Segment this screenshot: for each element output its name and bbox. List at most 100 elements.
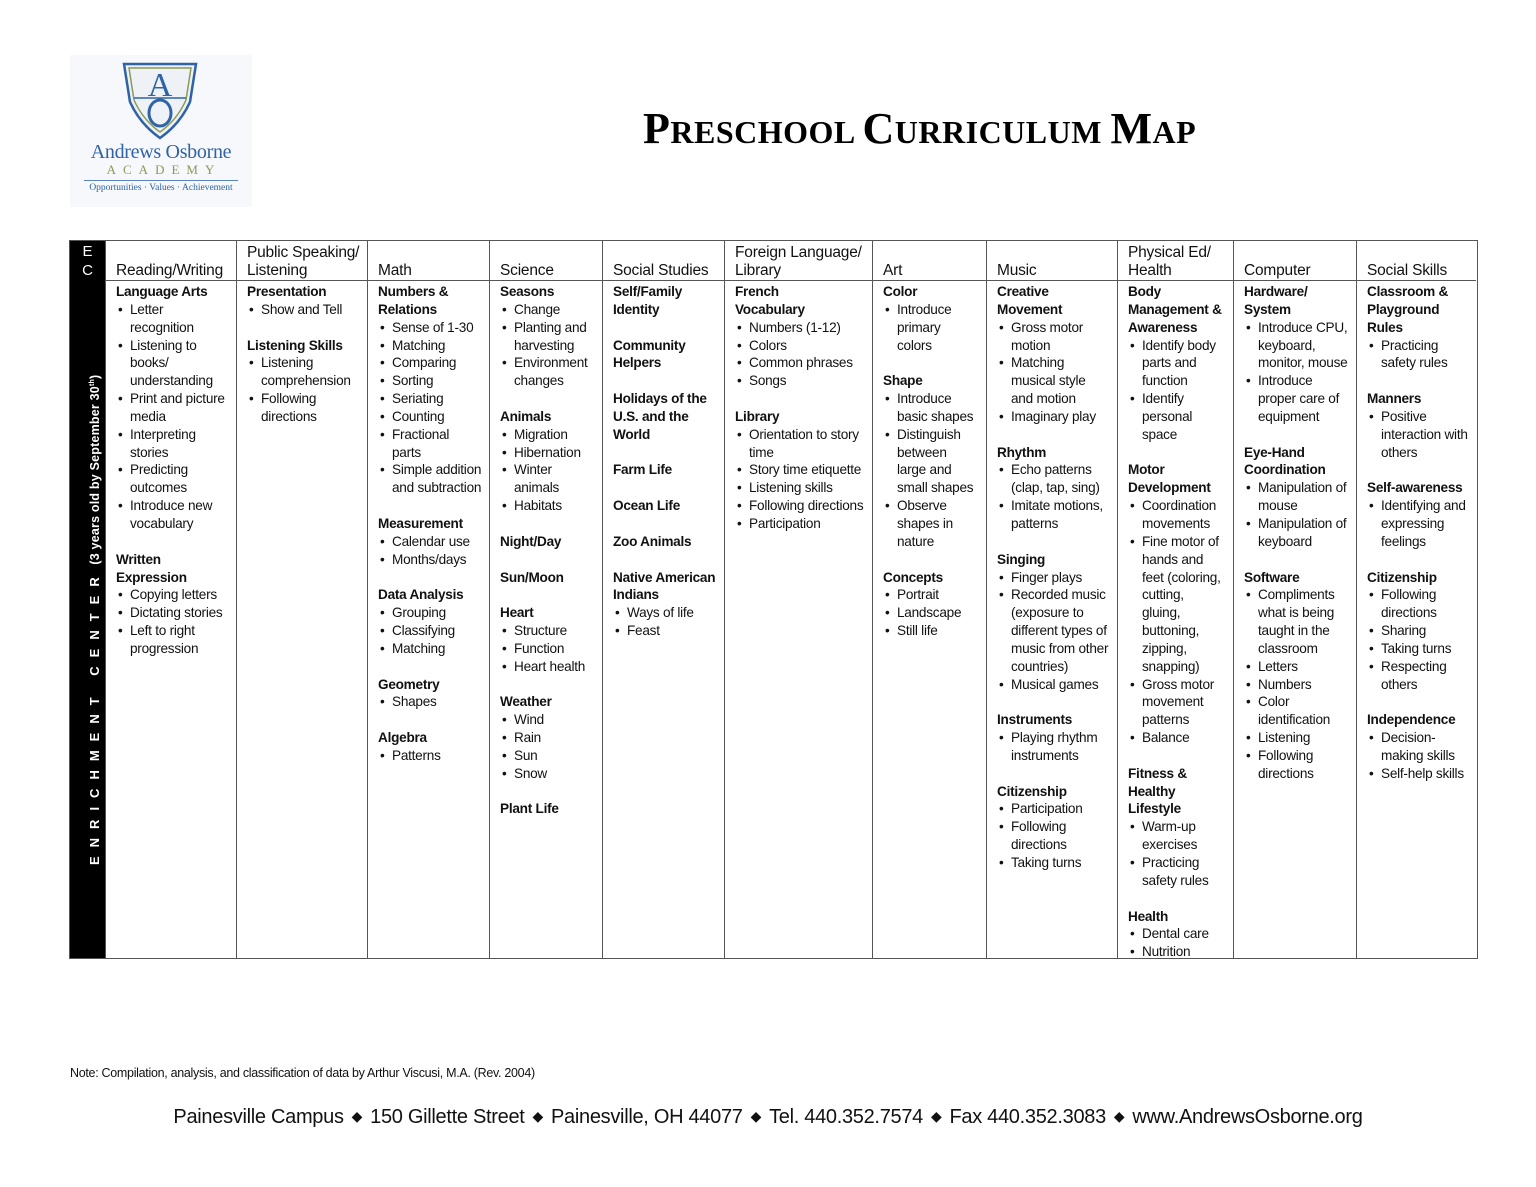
topic-list: Orientation to storytimeStory time etiqu…: [735, 426, 868, 533]
title-word: PRESCHOOL: [643, 104, 854, 153]
topic-section: Measurement Calendar useMonths/days: [378, 515, 485, 569]
column-body: FrenchVocabularyNumbers (1-12)ColorsComm…: [735, 283, 868, 551]
list-item: Listeningcomprehension: [247, 354, 363, 390]
topic-title: Geometry: [378, 676, 440, 692]
topic-section: BodyManagement &AwarenessIdentify bodypa…: [1128, 283, 1229, 444]
diamond-separator-icon: ◆: [931, 1108, 942, 1124]
topic-section: IndependenceDecision-making skillsSelf-h…: [1367, 711, 1472, 782]
topic-list: WindRainSunSnow: [500, 711, 598, 782]
topic-title: Language Arts: [116, 284, 208, 299]
column-header: Science: [490, 241, 602, 281]
list-item: Fractionalparts: [378, 426, 485, 462]
list-item: Taking turns: [997, 854, 1113, 872]
list-item: Sharing: [1367, 622, 1472, 640]
column-header-label: Social Studies: [613, 262, 709, 279]
list-item: Matchingmusical styleand motion: [997, 354, 1113, 408]
topic-list: ParticipationFollowingdirectionsTaking t…: [997, 800, 1113, 871]
column-body: Seasons ChangePlanting andharvestingEnvir…: [500, 283, 598, 836]
address-part: 150 Gillette Street: [370, 1106, 525, 1128]
list-item: Practicingsafety rules: [1128, 854, 1229, 890]
topic-section: Plant Life: [500, 800, 598, 818]
address-part: Tel. 440.352.7574: [769, 1106, 923, 1128]
shield-crest-icon: A: [122, 62, 198, 140]
list-item: Portrait: [883, 586, 982, 604]
website-link[interactable]: www.AndrewsOsborne.org: [1132, 1106, 1362, 1128]
topic-list: Gross motormotionMatchingmusical stylean…: [997, 319, 1113, 426]
list-item: Shapes: [378, 693, 485, 711]
column-header-label: Reading/Writing: [116, 262, 223, 279]
list-item: Simple additionand subtraction: [378, 461, 485, 497]
column-header: Music: [987, 241, 1117, 281]
topic-section: AlgebraPatterns: [378, 729, 485, 765]
list-item: Gross motormotion: [997, 319, 1113, 355]
list-item: Show and Tell: [247, 301, 363, 319]
topic-section: Farm Life: [613, 461, 720, 479]
topic-list: ChangePlanting andharvestingEnvironmentc…: [500, 301, 598, 390]
list-item: Hibernation: [500, 444, 598, 462]
curriculum-map-table: E C ENRICHMENT CENTER (3 years old by Se…: [69, 240, 1478, 961]
topic-list: MigrationHibernationWinteranimalsHabitat…: [500, 426, 598, 515]
subject-column: Reading/Writing Language Arts Letterrecogn…: [105, 241, 236, 958]
list-item: Rain: [500, 729, 598, 747]
topic-title: Presentation: [247, 284, 327, 299]
list-item: Still life: [883, 622, 982, 640]
column-header-label: Social Skills: [1367, 262, 1448, 279]
topic-title: Citizenship: [1367, 569, 1437, 585]
column-header: Social Studies: [603, 241, 724, 281]
list-item: Sorting: [378, 372, 485, 390]
topic-title: Listening Skills: [247, 337, 343, 353]
column-body: Color Introduceprimarycolors ShapeIntroduc…: [883, 283, 982, 658]
topic-section: Holidays of the U.S. and the World: [613, 390, 720, 444]
list-item: Followingdirections: [1367, 586, 1472, 622]
column-body: Self/Family Identity Community Helpers Holid…: [613, 283, 720, 658]
list-item: Left to rightprogression: [116, 622, 232, 658]
list-item: Sense of 1-30: [378, 319, 485, 337]
list-item: Following directions: [735, 497, 868, 515]
diamond-separator-icon: ◆: [532, 1108, 544, 1124]
list-item: Listening tobooks/understanding: [116, 337, 232, 391]
topic-section: WrittenExpressionCopying lettersDictatin…: [116, 551, 232, 658]
topic-section: Singing Finger playsRecorded music(exposu…: [997, 551, 1113, 694]
enrichment-center-sidebar: E C ENRICHMENT CENTER (3 years old by Se…: [70, 241, 105, 958]
column-body: Classroom &PlaygroundRulesPracticingsafe…: [1367, 283, 1472, 800]
topic-title: Self-awareness: [1367, 480, 1463, 496]
list-item: Copying letters: [116, 586, 232, 604]
topic-section: HeartStructureFunctionHeart health: [500, 604, 598, 675]
topic-list: ListeningcomprehensionFollowingdirection…: [247, 354, 363, 425]
column-header: Math: [368, 241, 489, 281]
list-item: Habitats: [500, 497, 598, 515]
list-item: Numbers (1-12): [735, 319, 868, 337]
column-header-label: Music: [997, 262, 1037, 279]
topic-list: Patterns: [378, 747, 485, 765]
title-word: CURRICULUM: [862, 104, 1102, 153]
column-header: Social Skills: [1357, 241, 1476, 281]
list-item: Echo patterns(clap, tap, sing): [997, 461, 1113, 497]
column-header-label: Public Speaking/Listening: [247, 244, 360, 279]
topic-section: MannersPositiveinteraction withothers: [1367, 390, 1472, 461]
column-header-label: Foreign Language/Library: [735, 244, 862, 279]
topic-list: Dental careNutrition: [1128, 925, 1229, 961]
topic-title: Software: [1244, 569, 1300, 585]
column-body: Presentation Show and Tell Listening Skill…: [247, 283, 363, 444]
list-item: Interpretingstories: [116, 426, 232, 462]
topic-list: Show and Tell: [247, 301, 363, 319]
subject-column: Science Seasons ChangePlanting andharvesti…: [489, 241, 602, 958]
list-item: Followingdirections: [247, 390, 363, 426]
list-item: Function: [500, 640, 598, 658]
list-item: Respectingothers: [1367, 658, 1472, 694]
list-item: Matching: [378, 640, 485, 658]
topic-list: Decision-making skillsSelf-help skills: [1367, 729, 1472, 783]
list-item: Dictating stories: [116, 604, 232, 622]
list-item: Observeshapes innature: [883, 497, 982, 551]
sidebar-age-note: (3 years old by September 30th): [88, 374, 102, 565]
topic-title: Sun/Moon: [500, 569, 564, 585]
topic-title: Singing: [997, 551, 1046, 567]
list-item: Winteranimals: [500, 461, 598, 497]
list-item: Listening skills: [735, 479, 868, 497]
list-item: Introducebasic shapes: [883, 390, 982, 426]
topic-section: Fitness &HealthyLifestyleWarm-upexercise…: [1128, 765, 1229, 890]
list-item: Migration: [500, 426, 598, 444]
topic-title: Citizenship: [997, 783, 1067, 799]
topic-title: Hardware/System: [1244, 284, 1308, 317]
list-item: Fine motor ofhands andfeet (coloring,cut…: [1128, 533, 1229, 676]
